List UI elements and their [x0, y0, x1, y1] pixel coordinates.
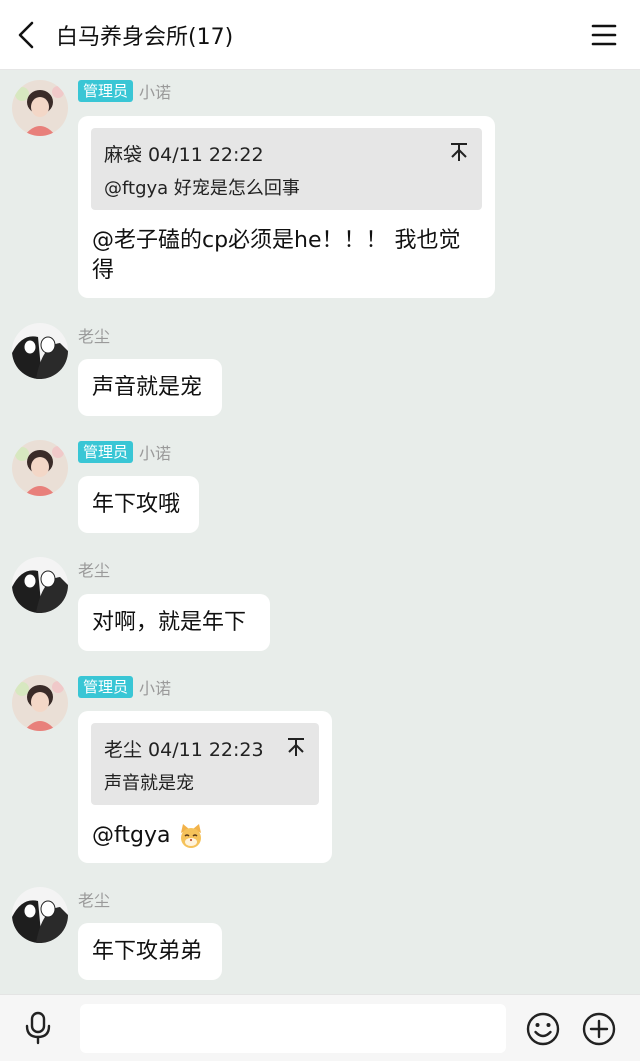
sender-name: 小诺	[139, 679, 172, 698]
pin-top-icon[interactable]	[287, 737, 305, 757]
message-text: 年下攻哦	[92, 492, 181, 517]
avatar[interactable]	[12, 887, 68, 943]
hamburger-menu-icon	[591, 24, 617, 46]
message-text: 对啊，就是年下	[92, 610, 247, 635]
message-bubble[interactable]: 年下攻弟弟	[78, 923, 222, 980]
message-text: 年下攻弟弟	[92, 939, 203, 964]
admin-badge: 管理员	[78, 441, 134, 463]
message-meta: 老尘	[78, 888, 110, 910]
message-bubble[interactable]: 声音就是宠	[78, 359, 222, 416]
avatar[interactable]	[12, 557, 68, 613]
sender-name: 老尘	[78, 327, 111, 346]
message-text: @ftgya	[92, 823, 171, 848]
message-meta: 老尘	[78, 558, 110, 580]
admin-badge: 管理员	[78, 676, 134, 698]
message-meta: 老尘	[78, 324, 110, 346]
plus-circle-icon	[582, 1012, 616, 1046]
message-bubble[interactable]: 年下攻哦	[78, 476, 199, 533]
message-bubble[interactable]: 老尘 04/11 22:23 声音就是宠 @ftgya	[78, 711, 332, 863]
more-button[interactable]	[581, 1011, 617, 1047]
sender-name: 老尘	[78, 561, 111, 580]
smiley-face-icon	[526, 1012, 560, 1046]
emoji-button[interactable]	[525, 1011, 561, 1047]
microphone-icon	[25, 1011, 51, 1045]
quoted-message[interactable]: 麻袋 04/11 22:22 @ftgya 好宠是怎么回事	[91, 128, 482, 210]
pin-top-icon[interactable]	[450, 142, 468, 162]
message-input[interactable]	[80, 1004, 506, 1053]
quote-text: @ftgya 好宠是怎么回事	[104, 178, 300, 199]
message-text: @老子磕的cp必须是he！！！ 我也觉	[92, 228, 461, 253]
avatar[interactable]	[12, 440, 68, 496]
menu-button[interactable]	[590, 22, 618, 48]
quote-text: 声音就是宠	[104, 773, 194, 794]
chat-title: 白马养身会所(17)	[56, 25, 234, 50]
chat-header: 白马养身会所(17)	[0, 0, 640, 70]
back-button[interactable]	[12, 19, 42, 51]
message-list[interactable]: 管理员 小诺 麻袋 04/11 22:22 @ftgya 好宠是怎么回事 @老子…	[0, 70, 640, 994]
message-bubble[interactable]: 麻袋 04/11 22:22 @ftgya 好宠是怎么回事 @老子磕的cp必须是…	[78, 116, 495, 298]
avatar[interactable]	[12, 675, 68, 731]
sender-name: 老尘	[78, 891, 111, 910]
sender-name: 小诺	[139, 444, 172, 463]
message-meta: 管理员 小诺	[78, 441, 171, 463]
avatar[interactable]	[12, 80, 68, 136]
quote-meta: 麻袋 04/11 22:22	[104, 144, 264, 166]
voice-button[interactable]	[22, 1011, 54, 1045]
admin-badge: 管理员	[78, 80, 134, 102]
input-bar	[0, 994, 640, 1061]
message-text-continued: 得	[92, 258, 115, 283]
message-bubble[interactable]: 对啊，就是年下	[78, 594, 270, 651]
message-meta: 管理员 小诺	[78, 676, 171, 698]
back-arrow-icon	[18, 21, 34, 49]
quote-meta: 老尘 04/11 22:23	[104, 739, 264, 761]
message-text: 声音就是宠	[92, 375, 203, 400]
quoted-message[interactable]: 老尘 04/11 22:23 声音就是宠	[91, 723, 319, 805]
cat-face-emoji-icon	[181, 824, 202, 848]
sender-name: 小诺	[139, 83, 172, 102]
message-meta: 管理员 小诺	[78, 80, 171, 102]
avatar[interactable]	[12, 323, 68, 379]
